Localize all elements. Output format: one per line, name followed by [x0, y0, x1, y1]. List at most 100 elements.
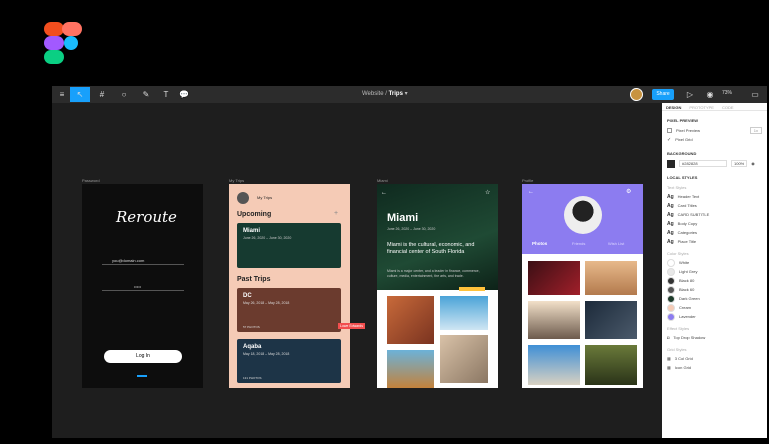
pen-tool-icon[interactable]: ✎ — [136, 87, 156, 102]
text-style-item[interactable]: Ag Header Text — [667, 192, 762, 201]
color-style-item[interactable]: Black 60 — [667, 285, 762, 294]
properties-panel: DESIGN PROTOTYPE CODE PIXEL PREVIEW Pixe… — [662, 103, 767, 438]
background-opacity[interactable]: 100% — [731, 160, 748, 167]
pixel-preview-title: PIXEL PREVIEW — [667, 118, 699, 123]
comment-tool-icon[interactable]: 💬 — [174, 87, 194, 102]
email-field[interactable]: you@domain.com — [112, 258, 144, 263]
text-style-icon: Ag — [667, 193, 674, 200]
menu-icon[interactable]: ≡ — [52, 87, 72, 102]
add-icon[interactable]: + — [334, 210, 338, 217]
pixel-preview-label: Pixel Preview — [676, 128, 701, 133]
library-icon[interactable]: ▭ — [745, 87, 765, 102]
tab-wishlist[interactable]: Wish List — [608, 241, 624, 246]
tab-design[interactable]: DESIGN — [666, 105, 681, 110]
photo[interactable] — [440, 335, 488, 383]
photo[interactable] — [387, 296, 434, 344]
color-swatch — [667, 294, 675, 303]
background-row[interactable]: #282828 100% ◉ — [667, 159, 762, 168]
text-style-item[interactable]: Ag Card Titles — [667, 201, 762, 210]
grid-styles-title: Grid Styles — [667, 347, 687, 352]
tab-photos[interactable]: Photos — [532, 241, 547, 246]
text-style-label: Body Copy — [677, 221, 698, 226]
past-trips-heading: Past Trips — [237, 276, 271, 283]
text-style-item[interactable]: Ag CARD SUBTITLE — [667, 210, 762, 219]
figma-logo — [44, 22, 82, 64]
photo[interactable] — [528, 345, 580, 385]
photo[interactable] — [585, 261, 637, 295]
color-style-item[interactable]: White — [667, 258, 762, 267]
pixel-grid-row[interactable]: ✓ Pixel Grid — [667, 135, 762, 144]
text-style-item[interactable]: Ag Place Title — [667, 237, 762, 246]
past-trip-card-2[interactable]: Aqaba May 18, 2018 – May 28, 2018 131 PH… — [237, 339, 341, 383]
checkbox-icon[interactable] — [667, 128, 672, 133]
canvas[interactable]: Password Reroute you@domain.com ••••• Lo… — [52, 103, 662, 438]
grid-style-item[interactable]: ▦ Icon Grid — [667, 363, 762, 372]
frame-password[interactable]: Reroute you@domain.com ••••• Log In — [82, 184, 203, 388]
color-swatch — [667, 267, 675, 276]
color-style-label: Cream — [679, 305, 692, 310]
back-icon[interactable]: ← — [528, 189, 534, 195]
photo[interactable] — [528, 301, 580, 339]
text-style-item[interactable]: Ag Categories — [667, 228, 762, 237]
color-style-label: Black 80 — [679, 278, 695, 283]
color-swatch — [667, 312, 675, 321]
breadcrumb[interactable]: Website / Trips ▾ — [362, 90, 408, 97]
back-icon[interactable]: ← — [381, 190, 387, 196]
tab-code[interactable]: CODE — [722, 105, 734, 110]
trip-dates: May 18, 2018 – May 28, 2018 — [243, 352, 290, 356]
text-style-label: Place Title — [677, 239, 697, 244]
color-style-item[interactable]: Black 80 — [667, 276, 762, 285]
photo[interactable] — [528, 261, 580, 295]
past-trip-card-1[interactable]: DC May 26, 2018 – May 28, 2018 57 PHOTOS — [237, 288, 341, 332]
color-styles-list: White Light Grey Black 80 Black 60 Dark Gree… — [662, 258, 767, 321]
trip-dates: May 26, 2018 – May 28, 2018 — [243, 301, 290, 305]
play-icon[interactable]: ▷ — [680, 87, 700, 102]
toolbar: ≡ ↖ # ○ ✎ T 💬 Website / Trips ▾ Share ▷ … — [52, 86, 767, 103]
frame-label-mytrips: My Trips — [229, 178, 245, 183]
password-field[interactable]: ••••• — [134, 284, 141, 289]
text-style-icon: Ag — [667, 211, 674, 218]
zoom-level[interactable]: 73% — [722, 90, 732, 96]
photo[interactable] — [387, 350, 434, 388]
settings-icon[interactable]: ⚙ — [626, 188, 631, 195]
effect-style-label: Top Drop Shadow — [673, 335, 706, 340]
user-avatar[interactable] — [630, 88, 643, 101]
move-tool-icon[interactable]: ↖ — [70, 87, 90, 102]
background-swatch[interactable] — [667, 159, 675, 168]
share-button[interactable]: Share — [652, 89, 674, 100]
frame-tool-icon[interactable]: # — [92, 87, 112, 102]
text-tool-icon[interactable]: T — [156, 87, 176, 102]
upcoming-trip-card[interactable]: Miami June 26, 2020 – June 30, 2020 — [237, 223, 341, 268]
shape-tool-icon[interactable]: ○ — [114, 87, 134, 102]
grid-style-item[interactable]: ▦ 3 Col Grid — [667, 354, 762, 363]
figma-window: ≡ ↖ # ○ ✎ T 💬 Website / Trips ▾ Share ▷ … — [52, 86, 767, 438]
effect-style-item[interactable]: ◘ Top Drop Shadow — [667, 333, 762, 342]
tab-friends[interactable]: Friends — [572, 241, 585, 246]
frame-profile[interactable]: ← ⚙ Photos Friends Wish List — [522, 184, 643, 388]
text-style-icon: Ag — [667, 220, 674, 227]
place-headline: Miami is the cultural, economic, and fin… — [387, 242, 475, 255]
color-style-item[interactable]: Lavender — [667, 312, 762, 321]
cursor-tag: Lowe Edwards — [338, 323, 365, 329]
check-icon[interactable]: ✓ — [667, 137, 671, 143]
color-style-item[interactable]: Cream — [667, 303, 762, 312]
pixel-preview-select[interactable]: 1x — [749, 127, 762, 134]
pixel-preview-row[interactable]: Pixel Preview 1x — [667, 126, 762, 135]
star-icon[interactable]: ☆ — [485, 189, 490, 196]
photo[interactable] — [440, 296, 488, 330]
photo[interactable] — [585, 301, 637, 339]
photo[interactable] — [585, 345, 637, 385]
text-style-icon: Ag — [667, 238, 674, 245]
login-button[interactable]: Log In — [104, 350, 182, 363]
cursor-tag-yellow — [459, 287, 485, 291]
color-style-item[interactable]: Light Grey — [667, 267, 762, 276]
frame-mytrips[interactable]: My Trips Upcoming + Miami June 26, 2020 … — [229, 184, 350, 388]
frame-miami[interactable]: ← ☆ Miami June 26, 2020 – June 30, 2020 … — [377, 184, 498, 388]
tab-prototype[interactable]: PROTOTYPE — [689, 105, 714, 110]
background-hex[interactable]: #282828 — [679, 160, 727, 167]
text-style-item[interactable]: Ag Body Copy — [667, 219, 762, 228]
color-style-item[interactable]: Dark Green — [667, 294, 762, 303]
local-styles-title: LOCAL STYLES — [667, 175, 698, 180]
eye-icon[interactable]: ◉ — [751, 161, 755, 166]
view-icon[interactable]: ◉ — [700, 87, 720, 102]
